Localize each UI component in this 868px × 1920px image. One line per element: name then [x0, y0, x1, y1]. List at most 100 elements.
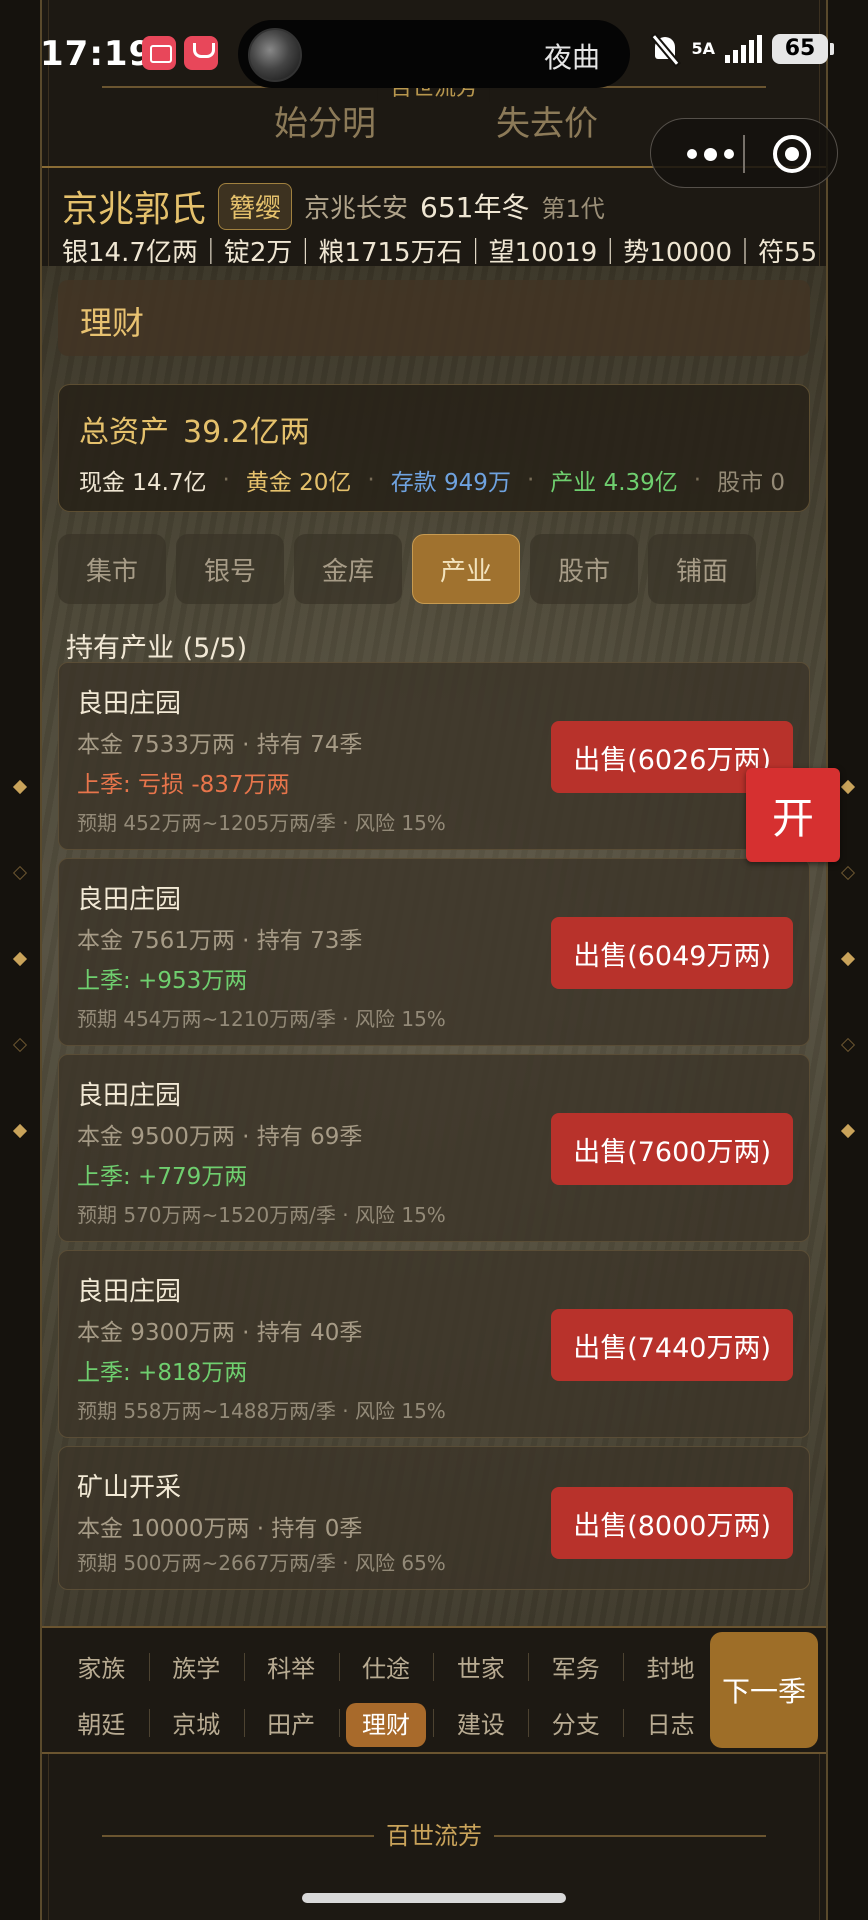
signal-icon	[725, 35, 762, 63]
nav-item[interactable]: 封地	[623, 1649, 718, 1684]
open-button[interactable]: 开	[746, 768, 840, 862]
footer-title: 百世流芳	[42, 1816, 826, 1856]
family-name: 京兆郭氏	[62, 189, 207, 230]
nav-item[interactable]: 分支	[528, 1705, 623, 1740]
asset-item: 黄金 20亿	[245, 470, 352, 496]
nav-item[interactable]: 家族	[54, 1649, 149, 1684]
asset-item: 股市 0	[717, 470, 786, 496]
dynamic-island[interactable]: 夜曲	[238, 20, 630, 88]
industry-name: 矿山开采	[77, 1473, 182, 1503]
separator-dot: ·	[526, 467, 535, 493]
industry-principal: 本金 9500万两 · 持有 69季	[77, 1124, 363, 1150]
tab-5[interactable]: 铺面	[648, 534, 756, 604]
capsule-divider	[743, 135, 745, 173]
separator-dot: ·	[367, 467, 375, 493]
nav-item-label: 分支	[551, 1710, 600, 1739]
family-generation: 第1代	[541, 194, 605, 223]
nav-item[interactable]: 日志	[623, 1705, 718, 1740]
total-assets-label: 总资产	[79, 415, 169, 450]
nav-item-label: 家族	[77, 1654, 126, 1683]
industry-card: 良田庄园本金 9500万两 · 持有 69季 上季: +779万两预期 570万两…	[58, 1054, 810, 1242]
industry-expectation: 预期 452万两~1205万两/季 · 风险 15%	[77, 811, 446, 835]
tab-1[interactable]: 银号	[176, 534, 284, 604]
nav-item[interactable]: 建设	[433, 1705, 528, 1740]
industry-expectation: 预期 454万两~1210万两/季 · 风险 15%	[77, 1007, 446, 1031]
battery-icon: 65	[772, 34, 834, 64]
industry-name: 良田庄园	[77, 689, 182, 719]
last-season-result: 上季: +818万两	[77, 1360, 248, 1386]
home-indicator[interactable]	[302, 1893, 566, 1903]
total-assets: 总资产 39.2亿两	[79, 407, 310, 451]
network-type: 5A	[691, 39, 715, 58]
app-gallery-icon	[184, 36, 218, 70]
nav-item[interactable]: 仕途	[338, 1649, 434, 1684]
nav-item-label: 理财	[346, 1702, 426, 1747]
separator-dot: ·	[222, 467, 230, 493]
industry-card: 良田庄园本金 7533万两 · 持有 74季 上季: 亏损 -837万两预期 45…	[58, 662, 810, 850]
panel-title: 理财	[80, 304, 145, 342]
nav-item[interactable]: 理财	[338, 1702, 434, 1747]
nav-item-label: 仕途	[362, 1654, 410, 1683]
nav-item-label: 科举	[267, 1654, 316, 1683]
side-ornament	[840, 951, 856, 967]
industry-name: 良田庄园	[77, 1277, 182, 1307]
industry-card: 良田庄园本金 9300万两 · 持有 40季 上季: +818万两预期 558万两…	[58, 1250, 810, 1438]
side-ornament	[12, 865, 28, 881]
nav-item[interactable]: 科举	[243, 1649, 339, 1684]
tab-2[interactable]: 金库	[294, 534, 402, 604]
notes-app-icon	[142, 36, 176, 70]
side-ornament	[12, 1037, 28, 1053]
finance-tabs: 集市 银号 金库 产业 股市 铺面	[58, 534, 818, 604]
industry-expectation: 预期 570万两~1520万两/季 · 风险 15%	[77, 1203, 446, 1227]
tab-0[interactable]: 集市	[58, 534, 166, 604]
industry-principal: 本金 7533万两 · 持有 74季	[77, 732, 363, 758]
last-season-result: 上季: 亏损 -837万两	[77, 772, 290, 798]
nav-item[interactable]: 京城	[148, 1705, 244, 1740]
family-location: 京兆长安	[304, 193, 409, 224]
industry-name: 良田庄园	[77, 1081, 182, 1111]
last-season-result: 上季: +953万两	[77, 968, 248, 994]
asset-breakdown: 现金 14.7亿 · 黄金 20亿 · 存款 949万 · 产业 4.39亿 · 股市 0	[79, 463, 785, 497]
nav-item[interactable]: 军务	[528, 1649, 623, 1684]
nav-item-label: 朝廷	[77, 1710, 126, 1739]
industry-principal: 本金 7561万两 · 持有 73季	[77, 928, 363, 954]
album-cover-icon	[248, 28, 302, 82]
total-assets-value: 39.2亿两	[183, 415, 310, 450]
nav-item-label: 军务	[551, 1654, 600, 1683]
family-rank-badge: 簪缨	[218, 182, 293, 230]
tab-3[interactable]: 产业	[412, 534, 520, 604]
tab-4[interactable]: 股市	[530, 534, 638, 604]
sell-button[interactable]: 出售(7600万两)	[551, 1113, 793, 1185]
nav-item-label: 日志	[646, 1710, 695, 1739]
total-assets-card: 总资产 39.2亿两 现金 14.7亿 · 黄金 20亿 · 存款 949万 · 产业 4.3…	[58, 384, 810, 512]
sell-button[interactable]: 出售(7440万两)	[551, 1309, 793, 1381]
nav-item[interactable]: 世家	[433, 1649, 528, 1684]
nav-row: 家族 族学 科举 仕途 世家 军务 封地	[54, 1638, 718, 1694]
next-season-button[interactable]: 下一季	[710, 1632, 818, 1748]
nav-item-label: 京城	[172, 1710, 221, 1739]
nav-item-label: 封地	[646, 1654, 695, 1683]
industry-principal: 本金 9300万两 · 持有 40季	[77, 1320, 363, 1346]
sell-button[interactable]: 出售(6049万两)	[551, 917, 793, 989]
side-ornament	[840, 1123, 856, 1139]
panel-title-bar: 理财	[58, 280, 810, 356]
footer-title-text: 百世流芳	[374, 1816, 494, 1851]
industry-expectation: 预期 558万两~1488万两/季 · 风险 15%	[77, 1399, 446, 1423]
nav-item-label: 田产	[267, 1710, 316, 1739]
nav-grid: 家族 族学 科举 仕途 世家 军务 封地 朝廷 京城 田产 理财 建设 分支 日志	[54, 1638, 718, 1750]
side-ornament	[840, 1037, 856, 1053]
mute-bell-icon	[651, 34, 681, 64]
family-info: 京兆郭氏 簪缨 京兆长安 651年冬 第1代 银14.7亿两｜锭2万｜粮1715…	[42, 170, 826, 268]
sell-button[interactable]: 出售(8000万两)	[551, 1487, 793, 1559]
last-season-result: 上季: +779万两	[77, 1164, 248, 1190]
side-ornament	[840, 779, 856, 795]
nav-item[interactable]: 朝廷	[54, 1705, 149, 1740]
industry-principal: 本金 10000万两 · 持有 0季	[77, 1516, 363, 1542]
status-bar: 17:19 夜曲 5A 65	[0, 0, 868, 110]
industry-expectation: 预期 500万两~2667万两/季 · 风险 65%	[77, 1551, 446, 1575]
close-miniprogram-icon[interactable]	[773, 135, 811, 173]
nav-item[interactable]: 族学	[148, 1649, 244, 1684]
status-time: 17:19	[40, 34, 154, 74]
side-ornament	[12, 951, 28, 967]
nav-item[interactable]: 田产	[243, 1705, 339, 1740]
